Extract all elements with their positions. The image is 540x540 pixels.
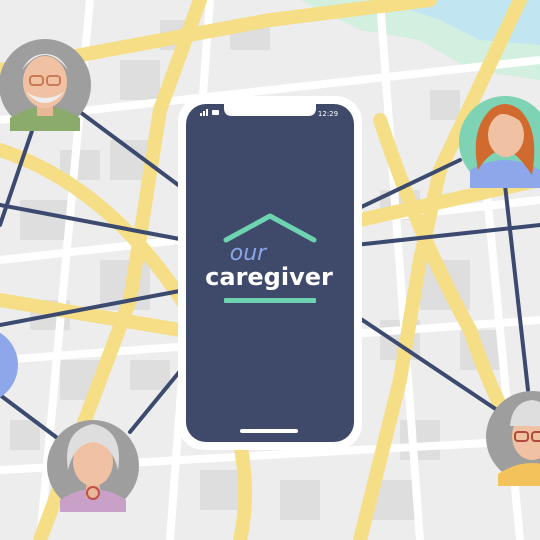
status-time: 12:29 (318, 110, 338, 118)
battery-icon (212, 110, 219, 115)
map-illustration: 12:29 our caregiver (0, 0, 540, 540)
home-indicator[interactable] (240, 429, 298, 433)
logo-word-caregiver: caregiver (205, 263, 333, 291)
phone-notch (224, 104, 316, 116)
logo-underline (224, 298, 316, 303)
phone: 12:29 our caregiver (178, 96, 362, 450)
app-illustration: 12:29 our caregiver (0, 0, 540, 540)
elderly-man-glasses-avatar (0, 39, 91, 131)
elderly-woman-avatar (47, 420, 139, 512)
